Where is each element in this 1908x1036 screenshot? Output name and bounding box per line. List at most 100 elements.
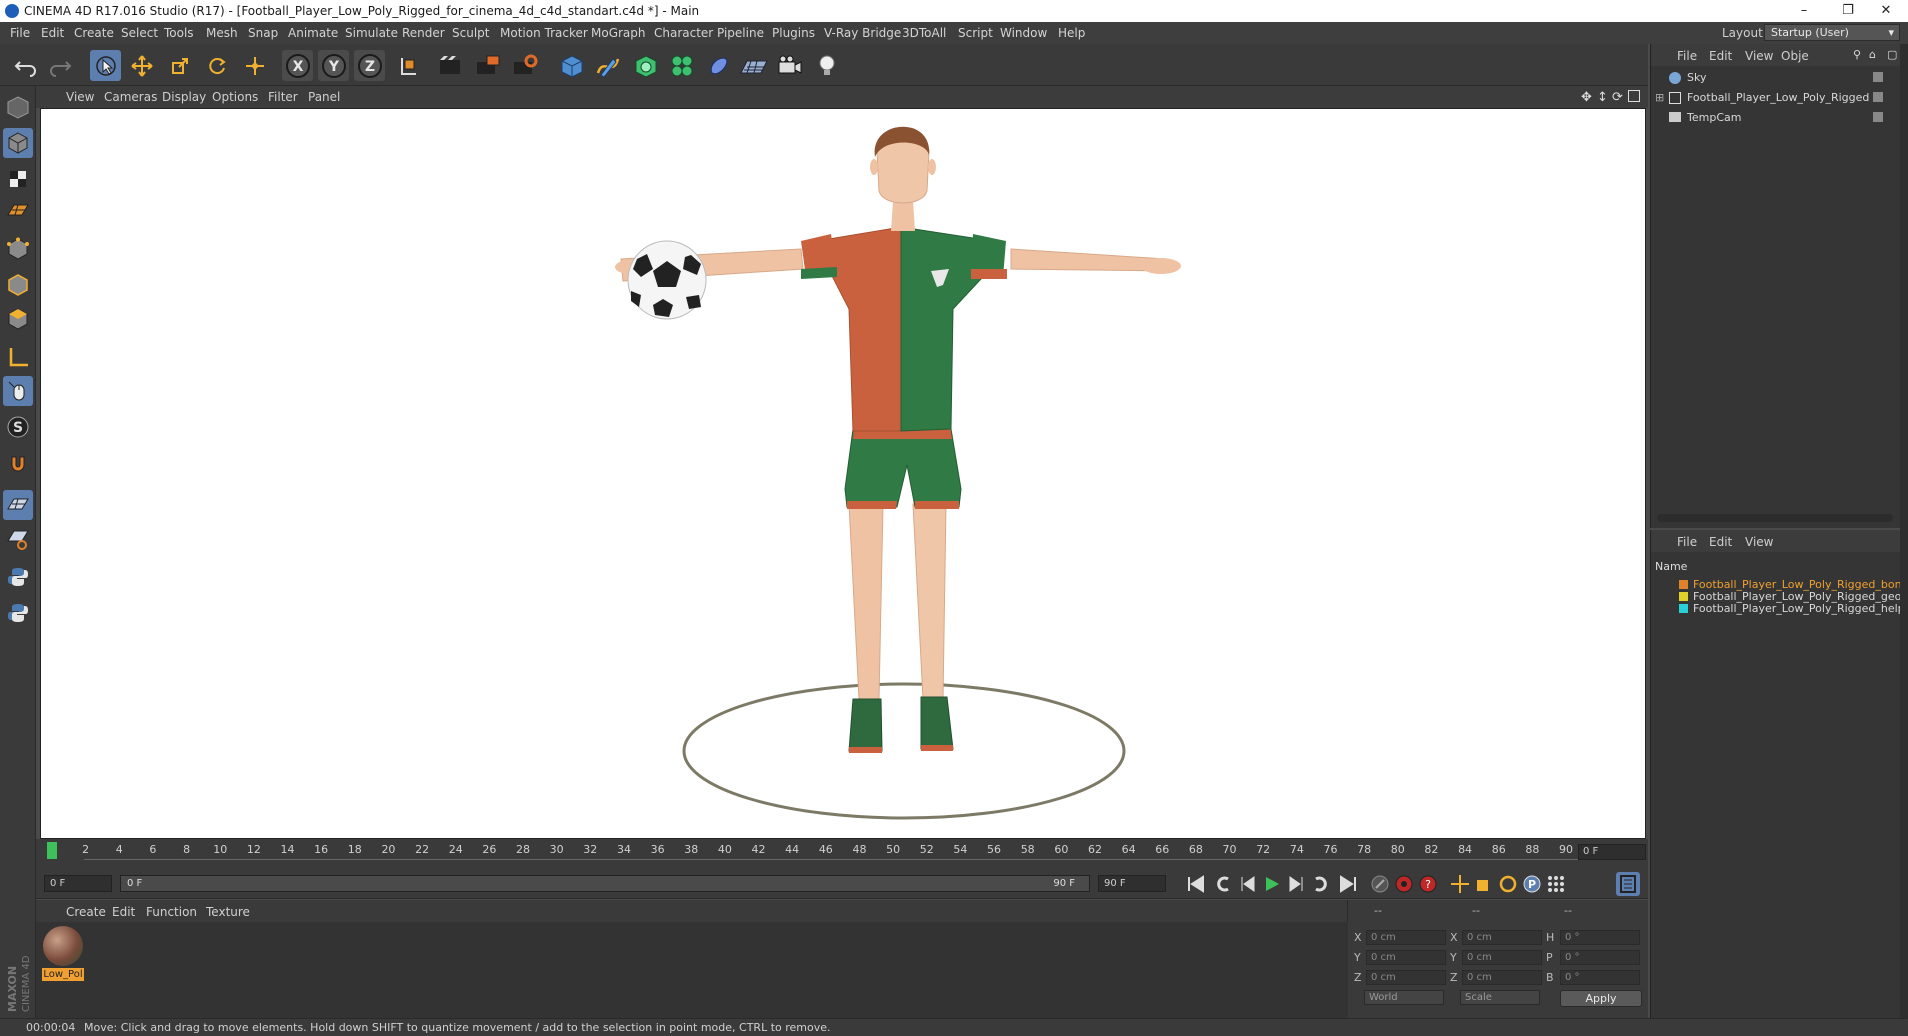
rotation-p-field[interactable]: 0 ° — [1560, 950, 1640, 965]
minimize-icon[interactable]: – — [1782, 0, 1826, 22]
world-coordinates-icon[interactable] — [392, 50, 423, 81]
quantize-icon[interactable] — [3, 524, 33, 554]
menu-pipeline[interactable]: Pipeline — [717, 26, 764, 40]
object-menu-file[interactable]: File — [1677, 49, 1697, 63]
next-key-icon[interactable] — [1308, 872, 1332, 896]
camera-icon[interactable] — [774, 50, 805, 81]
axis-mode-icon[interactable] — [3, 342, 33, 372]
z-axis-icon[interactable]: Z — [354, 50, 385, 81]
material-menu-edit[interactable]: Edit — [112, 905, 135, 919]
keyframe-selection-icon[interactable]: ? — [1416, 872, 1440, 896]
solo-icon[interactable]: S — [3, 412, 33, 442]
rotate-icon[interactable] — [201, 50, 232, 81]
layer-menu-view[interactable]: View — [1745, 535, 1773, 549]
layer-menu-file[interactable]: File — [1677, 535, 1697, 549]
record-keys-icon[interactable] — [1368, 872, 1392, 896]
viewport-menu-panel[interactable]: Panel — [308, 90, 340, 104]
redo-icon[interactable] — [44, 50, 75, 81]
start-frame-field[interactable]: 0 F — [44, 875, 112, 892]
python-script-icon[interactable] — [3, 598, 33, 628]
key-point-level-icon[interactable] — [1544, 872, 1568, 896]
menu-edit[interactable]: Edit — [41, 26, 64, 40]
key-parameter-icon[interactable]: P — [1520, 872, 1544, 896]
pen-spline-icon[interactable] — [592, 50, 623, 81]
position-y-field[interactable]: 0 cm — [1366, 950, 1446, 965]
object-menu-view[interactable]: View — [1745, 49, 1773, 63]
edges-mode-icon[interactable] — [3, 270, 33, 300]
menu-window[interactable]: Window — [1000, 26, 1047, 40]
cloner-icon[interactable] — [666, 50, 697, 81]
object-menu-edit[interactable]: Edit — [1709, 49, 1732, 63]
undo-icon[interactable] — [10, 50, 41, 81]
layer-menu-edit[interactable]: Edit — [1709, 535, 1732, 549]
layer-color-swatch[interactable] — [1679, 604, 1688, 613]
end-frame-field[interactable]: 90 F — [1098, 875, 1166, 892]
texture-mode-icon[interactable] — [3, 164, 33, 194]
material-swatch[interactable]: Low_Pol — [42, 926, 84, 981]
layout-select[interactable]: Startup (User) ▾ — [1764, 24, 1900, 41]
play-forwards-icon[interactable] — [1260, 872, 1284, 896]
menu-mesh[interactable]: Mesh — [206, 26, 238, 40]
workplane-mode-icon[interactable] — [3, 196, 33, 226]
material-menu-texture[interactable]: Texture — [206, 905, 250, 919]
menu-simulate[interactable]: Simulate — [345, 26, 398, 40]
object-row[interactable]: ⊞ Football_Player_Low_Poly_Rigged — [1651, 88, 1901, 108]
menu-snap[interactable]: Snap — [248, 26, 278, 40]
visibility-toggle-icon[interactable] — [1873, 72, 1883, 82]
menu-character[interactable]: Character — [654, 26, 713, 40]
material-menu-function[interactable]: Function — [146, 905, 197, 919]
scale-icon[interactable] — [164, 50, 195, 81]
menu-tools[interactable]: Tools — [164, 26, 194, 40]
render-picture-viewer-icon[interactable] — [472, 50, 503, 81]
live-selection-icon[interactable] — [90, 50, 121, 81]
position-x-field[interactable]: 0 cm — [1366, 930, 1446, 945]
current-frame-field[interactable]: 0 F — [1578, 844, 1646, 860]
key-scale-icon[interactable] — [1472, 872, 1496, 896]
subdivision-icon[interactable] — [630, 50, 661, 81]
viewport-menu-cameras[interactable]: Cameras — [104, 90, 157, 104]
light-icon[interactable] — [811, 50, 842, 81]
new-window-icon[interactable]: ▢ — [1887, 48, 1897, 61]
viewport-menu-display[interactable]: Display — [162, 90, 206, 104]
menu-sculpt[interactable]: Sculpt — [452, 26, 489, 40]
menu-script[interactable]: Script — [958, 26, 993, 40]
coordinate-space-select[interactable]: World — [1364, 990, 1444, 1005]
viewport-menu-filter[interactable]: Filter — [268, 90, 298, 104]
move-view-icon[interactable]: ✥ — [1581, 90, 1592, 105]
rotate-view-icon[interactable]: ⟳ — [1612, 90, 1623, 105]
viewport-menu-view[interactable]: View — [66, 90, 94, 104]
floor-icon[interactable] — [738, 50, 769, 81]
material-menu-create[interactable]: Create — [66, 905, 106, 919]
expand-icon[interactable]: ⊞ — [1655, 88, 1664, 108]
size-z-field[interactable]: 0 cm — [1462, 970, 1542, 985]
object-row[interactable]: Sky — [1651, 68, 1901, 88]
y-axis-icon[interactable]: Y — [318, 50, 349, 81]
zoom-view-icon[interactable]: ↕ — [1597, 90, 1608, 105]
deformer-icon[interactable] — [703, 50, 734, 81]
rotation-h-field[interactable]: 0 ° — [1560, 930, 1640, 945]
edit-render-settings-icon[interactable] — [509, 50, 540, 81]
menu-select[interactable]: Select — [121, 26, 158, 40]
go-to-end-icon[interactable] — [1336, 872, 1360, 896]
snap-magnet-icon[interactable] — [3, 450, 33, 480]
menu-motion-tracker[interactable]: Motion Tracker — [500, 26, 588, 40]
x-axis-icon[interactable]: X — [282, 50, 313, 81]
timeline-playhead[interactable] — [47, 842, 57, 859]
object-manager-scrollbar[interactable] — [1657, 514, 1893, 522]
menu-help[interactable]: Help — [1058, 26, 1085, 40]
position-z-field[interactable]: 0 cm — [1366, 970, 1446, 985]
object-menu-objects[interactable]: Obje — [1781, 49, 1809, 63]
polygons-mode-icon[interactable] — [3, 304, 33, 334]
previous-frame-icon[interactable] — [1236, 872, 1260, 896]
close-icon[interactable]: ✕ — [1864, 0, 1908, 22]
search-icon[interactable]: ⚲ — [1853, 48, 1861, 61]
menu-mograph[interactable]: MoGraph — [591, 26, 646, 40]
menu-vray-bridge[interactable]: V-Ray Bridge — [824, 26, 901, 40]
next-frame-icon[interactable] — [1284, 872, 1308, 896]
toggle-layout-icon[interactable] — [1628, 90, 1640, 102]
layer-row[interactable]: Football_Player_Low_Poly_Rigged_helpe — [1651, 601, 1901, 616]
size-x-field[interactable]: 0 cm — [1462, 930, 1542, 945]
layer-color-swatch[interactable] — [1679, 592, 1688, 601]
autokeying-icon[interactable] — [1392, 872, 1416, 896]
menu-create[interactable]: Create — [74, 26, 114, 40]
